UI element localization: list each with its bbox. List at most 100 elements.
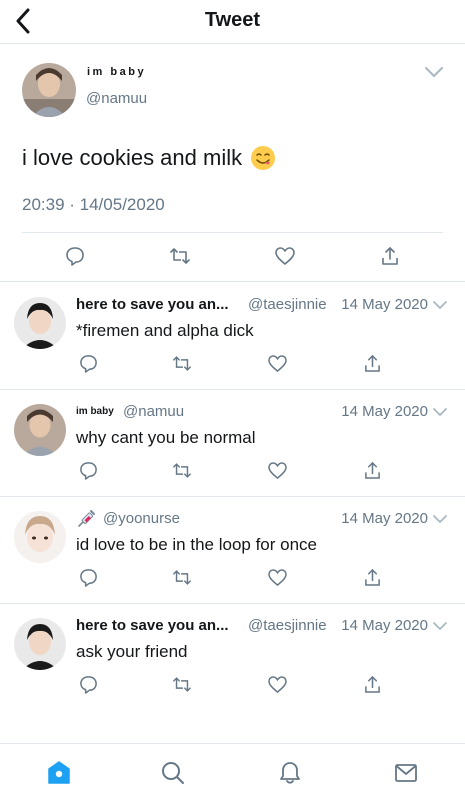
- reply-icon: [79, 461, 97, 480]
- reply-tweet[interactable]: @yoonurse 14 May 2020 id love to be in t…: [0, 497, 465, 604]
- page-title: Tweet: [204, 9, 261, 31]
- main-tweet: im baby @namuu i love cookies and milk 2…: [0, 45, 465, 282]
- retweet-icon: [170, 248, 190, 264]
- more-options-button[interactable]: [424, 65, 444, 79]
- reply-tweet[interactable]: im baby @namuu 14 May 2020 why cant you …: [0, 390, 465, 497]
- reply-button[interactable]: [78, 674, 98, 694]
- author-handle: @yoonurse: [103, 510, 180, 527]
- avatar[interactable]: [14, 404, 66, 456]
- like-button[interactable]: [274, 245, 296, 267]
- heart-icon: [267, 568, 287, 586]
- tweet-date: 14 May 2020: [341, 296, 428, 313]
- share-icon: [364, 568, 380, 586]
- tweet-actions: [0, 245, 465, 269]
- more-options-button[interactable]: [432, 514, 448, 525]
- tab-notifications[interactable]: [277, 760, 303, 786]
- reply-header: @yoonurse 14 May 2020: [76, 510, 456, 530]
- reply-icon: [66, 247, 84, 266]
- reply-button[interactable]: [78, 460, 98, 480]
- share-button[interactable]: [379, 245, 401, 267]
- author-name: im baby: [87, 66, 147, 78]
- reply-icon: [79, 354, 97, 373]
- share-icon: [382, 247, 398, 265]
- heart-icon: [267, 675, 287, 693]
- retweet-icon: [173, 355, 191, 371]
- retweet-icon: [173, 569, 191, 585]
- tweet-actions: [0, 353, 465, 373]
- retweet-icon: [173, 462, 191, 478]
- chevron-down-icon: [433, 515, 447, 523]
- mail-icon: [395, 764, 417, 782]
- tweet-text: why cant you be normal: [76, 428, 256, 447]
- chevron-down-icon: [433, 301, 447, 309]
- author-handle: @taesjinnie: [248, 617, 327, 634]
- retweet-button[interactable]: [172, 567, 192, 587]
- reply-header: here to save you an... @taesjinnie 14 Ma…: [76, 617, 456, 637]
- share-button[interactable]: [362, 567, 382, 587]
- reply-header: here to save you an... @taesjinnie 14 Ma…: [76, 296, 456, 316]
- chevron-down-icon: [425, 67, 443, 77]
- more-options-button[interactable]: [432, 300, 448, 311]
- author-handle: @taesjinnie: [248, 296, 327, 313]
- author-handle: @namuu: [123, 403, 185, 420]
- like-button[interactable]: [267, 460, 287, 480]
- reply-tweet[interactable]: here to save you an... @taesjinnie 14 Ma…: [0, 283, 465, 390]
- tweet-text: i love cookies and milk: [22, 145, 276, 171]
- tweet-text: id love to be in the loop for once: [76, 535, 317, 554]
- like-button[interactable]: [267, 353, 287, 373]
- share-button[interactable]: [362, 674, 382, 694]
- avatar[interactable]: [14, 618, 66, 670]
- tab-home[interactable]: [46, 760, 72, 786]
- retweet-button[interactable]: [172, 460, 192, 480]
- syringe-icon: [76, 509, 96, 529]
- bell-icon: [280, 762, 300, 784]
- avatar[interactable]: [22, 63, 76, 117]
- like-button[interactable]: [267, 567, 287, 587]
- chevron-down-icon: [433, 622, 447, 630]
- yum-face-icon: [250, 145, 276, 171]
- heart-icon: [275, 247, 295, 265]
- share-icon: [364, 461, 380, 479]
- heart-icon: [267, 354, 287, 372]
- tweet-text: *firemen and alpha dick: [76, 321, 254, 340]
- tweet-date: 14 May 2020: [341, 617, 428, 634]
- search-icon: [162, 762, 184, 784]
- tweet-actions: [0, 674, 465, 694]
- tab-search[interactable]: [160, 760, 186, 786]
- tweet-timestamp: 20:39 · 14/05/2020: [22, 195, 165, 214]
- retweet-button[interactable]: [172, 353, 192, 373]
- tab-messages[interactable]: [393, 760, 419, 786]
- reply-button[interactable]: [64, 245, 86, 267]
- header: Tweet: [0, 0, 465, 44]
- tweet-text-content: i love cookies and milk: [22, 145, 243, 170]
- reply-header: im baby @namuu 14 May 2020: [76, 403, 456, 423]
- author-name: im baby: [76, 406, 114, 417]
- bottom-tab-bar: [0, 743, 465, 800]
- home-icon: [48, 761, 70, 784]
- share-button[interactable]: [362, 460, 382, 480]
- tweet-actions: [0, 567, 465, 587]
- share-button[interactable]: [362, 353, 382, 373]
- more-options-button[interactable]: [432, 621, 448, 632]
- chevron-down-icon: [433, 408, 447, 416]
- retweet-icon: [173, 676, 191, 692]
- share-icon: [364, 354, 380, 372]
- tweet-text: ask your friend: [76, 642, 188, 661]
- avatar[interactable]: [14, 297, 66, 349]
- heart-icon: [267, 461, 287, 479]
- avatar[interactable]: [14, 511, 66, 563]
- share-icon: [364, 675, 380, 693]
- author-name: here to save you an...: [76, 296, 229, 313]
- tweet-date: 14 May 2020: [341, 510, 428, 527]
- reply-button[interactable]: [78, 353, 98, 373]
- retweet-button[interactable]: [169, 245, 191, 267]
- author-handle: @namuu: [86, 90, 148, 107]
- tweet-actions: [0, 460, 465, 480]
- more-options-button[interactable]: [432, 407, 448, 418]
- reply-button[interactable]: [78, 567, 98, 587]
- reply-tweet[interactable]: here to save you an... @taesjinnie 14 Ma…: [0, 604, 465, 711]
- reply-icon: [79, 675, 97, 694]
- retweet-button[interactable]: [172, 674, 192, 694]
- like-button[interactable]: [267, 674, 287, 694]
- reply-icon: [79, 568, 97, 587]
